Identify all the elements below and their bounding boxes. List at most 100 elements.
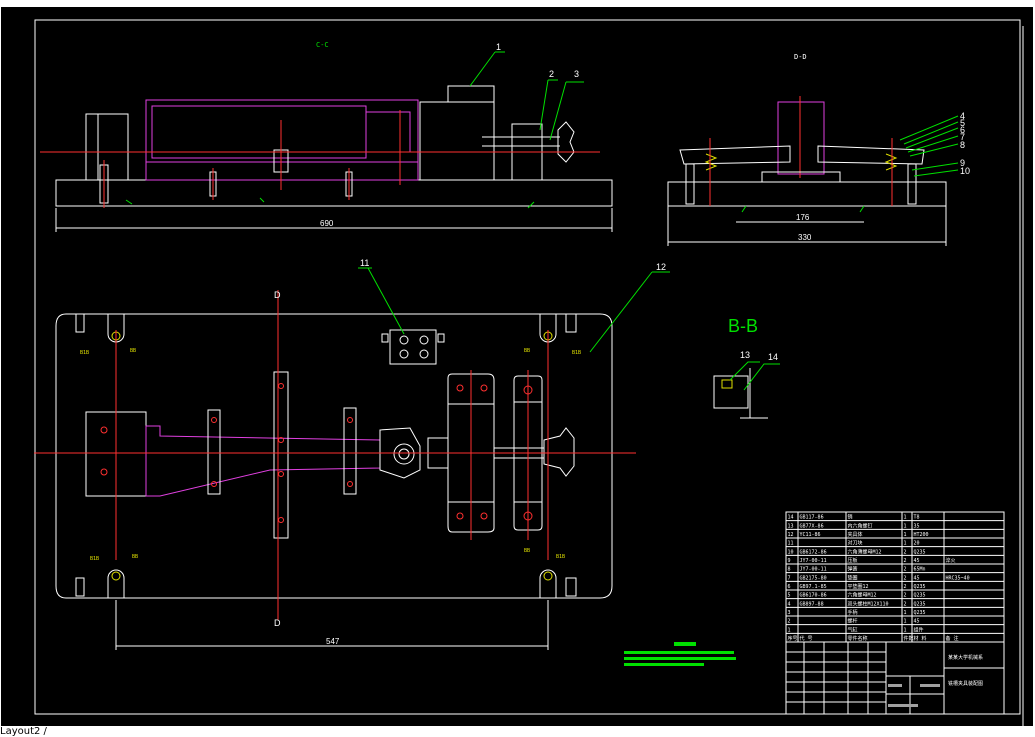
callout-10: 10 (960, 166, 970, 176)
dd-dim-176: 176 (796, 213, 810, 222)
bom-cell-name: 六角薄螺母M12 (848, 548, 882, 555)
bom-cell-name: 螺杆 (848, 618, 858, 625)
bom-cell-mat: 35 (914, 523, 920, 529)
bom-cell-mat: 20 (914, 541, 920, 547)
bom-cell-code: GB6172-86 (800, 549, 827, 555)
bom-cell-mat: HT200 (914, 532, 929, 538)
bom-cell-qty: 2 (904, 575, 907, 581)
cc-dim-690: 690 (320, 219, 334, 228)
bom-cell-no: 6 (788, 584, 791, 590)
title-drawing-name: 铣槽夹具装配图 (948, 680, 983, 687)
bom-cell-no: 14 (788, 515, 794, 521)
callout-11: 11 (360, 258, 369, 268)
bom-cell-no: 5 (788, 593, 791, 599)
bom-cell-qty: 2 (904, 558, 907, 564)
section-mark-d-top: D (274, 290, 281, 300)
bom-cell-name: 气缸 (848, 626, 858, 633)
bom-cell-no: 8 (788, 567, 791, 573)
corner-label-bl-a: B1B (90, 556, 99, 562)
bom-cell-name: 压板 (848, 557, 858, 564)
bom-cell-qty: 1 (904, 532, 907, 538)
view-bb-label: B-B (728, 316, 758, 336)
bom-cell-note: 淬火 (946, 557, 956, 564)
layout-tab-bar[interactable]: Layout2 / (0, 726, 1035, 737)
bom-cell-mat: 45 (914, 558, 920, 564)
corner-label-br-a: BB (524, 548, 530, 554)
bom-cell-name: 弹簧 (848, 566, 858, 573)
callout-12: 12 (656, 262, 666, 272)
callout-14: 14 (768, 352, 778, 362)
bom-cell-qty: 1 (904, 619, 907, 625)
bom-cell-mat: Q235 (914, 610, 926, 616)
bom-cell-no: 3 (788, 610, 791, 616)
bom-cell-no: 4 (788, 601, 791, 607)
corner-label-br-b: B1B (556, 554, 565, 560)
corner-label-bl-b: BB (132, 554, 138, 560)
bom-cell-name: 双头螺柱M12X110 (848, 600, 889, 607)
bom-cell-qty: 2 (904, 584, 907, 590)
callout-2: 2 (549, 69, 554, 79)
bom-cell-qty: 2 (904, 549, 907, 555)
bom-cell-no: 12 (788, 532, 794, 538)
bom-cell-name: 对刀块 (848, 540, 863, 547)
bom-cell-note: HRC35~40 (946, 575, 970, 581)
bom-cell-no: 2 (788, 619, 791, 625)
callout-13: 13 (740, 350, 750, 360)
bom-cell-no: 13 (788, 523, 794, 529)
corner-label-tr-a: BB (524, 348, 530, 354)
dd-dim-330: 330 (798, 233, 812, 242)
bom-cell-name: 手柄 (848, 609, 858, 616)
bom-cell-name: 六角螺母M12 (848, 592, 877, 599)
bom-cell-no: 9 (788, 558, 791, 564)
corner-label-tr-b: B1B (572, 350, 581, 356)
bom-cell-code: JY7-00-11 (800, 567, 827, 573)
title-school: 某某大学机械系 (948, 654, 983, 661)
bom-cell-no: 11 (788, 541, 794, 547)
bom-cell-code: YC11-86 (800, 532, 821, 538)
bom-cell-code: JY7-00-11 (800, 558, 827, 564)
bom-cell-qty: 2 (904, 567, 907, 573)
bom-cell-mat: Q235 (914, 593, 926, 599)
bom-header-name: 零件名称 (848, 635, 868, 642)
bom-cell-code: GB117-86 (800, 515, 824, 521)
bom-cell-mat: T8 (914, 515, 920, 521)
bom-header-qty: 件数 (904, 635, 914, 642)
bom-header-code: 代 号 (800, 635, 813, 642)
bom-cell-no: 1 (788, 627, 791, 633)
corner-label-tl-a: B1B (80, 350, 89, 356)
cad-drawing-canvas[interactable]: C-C 690 1 2 3 D-D 176 330 4 5 6 7 8 9 10… (0, 0, 1035, 737)
bom-cell-name: 销 (848, 514, 853, 521)
bom-cell-code: GB897-88 (800, 601, 824, 607)
bom-cell-qty: 2 (904, 593, 907, 599)
bom-cell-code: GB2175-80 (800, 575, 827, 581)
bom-cell-no: 7 (788, 575, 791, 581)
corner-label-tl-b: BB (130, 348, 136, 354)
bom-cell-code: GB97.1-85 (800, 584, 827, 590)
bom-cell-code: GB77X-86 (800, 523, 824, 529)
bom-cell-qty: 1 (904, 610, 907, 616)
bom-cell-qty: 1 (904, 515, 907, 521)
callout-3: 3 (574, 69, 579, 79)
bom-cell-mat: Q235 (914, 584, 926, 590)
bom-cell-mat: Q235 (914, 601, 926, 607)
bom-cell-mat: Q235 (914, 549, 926, 555)
bom-cell-no: 10 (788, 549, 794, 555)
bom-cell-qty: 1 (904, 523, 907, 529)
bom-cell-name: 垫圈 (848, 574, 858, 581)
bom-cell-name: 夹具体 (848, 531, 863, 538)
view-dd-label: D-D (794, 53, 807, 61)
bom-cell-code: GB6170-86 (800, 593, 827, 599)
bom-cell-mat: 组件 (914, 626, 924, 633)
bom-cell-mat: 45 (914, 575, 920, 581)
callout-8: 8 (960, 140, 965, 150)
bom-cell-mat: 65Mn (914, 567, 926, 573)
bom-cell-qty: 1 (904, 627, 907, 633)
bom-header-mat: 材 料 (914, 635, 927, 642)
bom-cell-qty: 1 (904, 541, 907, 547)
callout-1: 1 (496, 42, 501, 52)
view-cc-label: C-C (316, 41, 329, 49)
bom-cell-qty: 2 (904, 601, 907, 607)
plan-dim-547: 547 (326, 637, 340, 646)
bom-cell-name: 内六角螺钉 (848, 522, 873, 529)
bom-cell-name: 平垫圈12 (848, 583, 869, 590)
